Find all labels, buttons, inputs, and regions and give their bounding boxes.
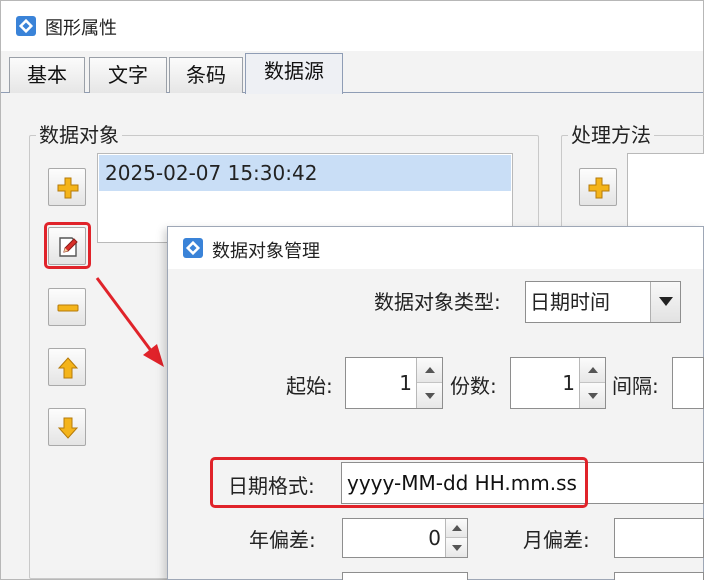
tab-barcode[interactable]: 条码 — [169, 57, 243, 93]
list-item[interactable]: 2025-02-07 15:30:42 — [99, 155, 511, 191]
app-diamond-icon — [15, 15, 37, 37]
interval-input-field[interactable] — [672, 357, 704, 409]
month-offset-field[interactable] — [614, 518, 704, 558]
main-titlebar[interactable]: 图形属性 — [1, 1, 703, 51]
add-processing-button[interactable] — [579, 168, 617, 206]
copies-label: 份数: — [450, 374, 497, 398]
copies-spin-up-button[interactable] — [580, 358, 605, 383]
type-select[interactable]: 日期时间 — [525, 281, 681, 323]
year-offset-spin-up-button[interactable] — [446, 519, 467, 538]
tab-datasource[interactable]: 数据源 — [245, 53, 343, 94]
start-input[interactable] — [346, 358, 416, 408]
caret-down-icon — [424, 392, 435, 399]
year-offset-spinner[interactable] — [342, 518, 468, 558]
caret-up-icon — [451, 525, 462, 531]
arrow-up-icon — [57, 357, 79, 379]
minus-icon — [57, 304, 79, 312]
arrow-down-icon — [57, 417, 79, 439]
tab-basic[interactable]: 基本 — [9, 57, 85, 93]
tab-strip: 基本 文字 条码 数据源 — [1, 51, 703, 94]
dialog-title: 数据对象管理 — [212, 241, 320, 262]
data-objects-group-title: 数据对象 — [36, 123, 122, 147]
type-select-dropdown-button[interactable] — [650, 282, 680, 322]
month-offset-label: 月偏差: — [523, 528, 590, 552]
interval-label: 间隔: — [612, 374, 659, 398]
next-row-field[interactable] — [342, 572, 468, 580]
year-offset-input[interactable] — [343, 519, 445, 557]
type-label: 数据对象类型: — [374, 290, 501, 314]
copies-input[interactable] — [511, 358, 579, 408]
caret-up-icon — [587, 367, 598, 373]
window-title: 图形属性 — [45, 18, 117, 39]
caret-up-icon — [424, 367, 435, 373]
copies-spin-down-button[interactable] — [580, 383, 605, 408]
start-spinner[interactable] — [345, 357, 443, 409]
copies-spinner-buttons — [579, 358, 605, 408]
caret-down-icon — [587, 392, 598, 399]
start-label: 起始: — [286, 374, 333, 398]
move-up-button[interactable] — [48, 348, 86, 386]
plus-icon — [588, 177, 610, 199]
year-offset-spin-down-button[interactable] — [446, 538, 467, 557]
interval-input[interactable] — [673, 358, 703, 408]
start-spin-down-button[interactable] — [417, 383, 442, 408]
edit-button-highlight — [44, 222, 91, 269]
start-spin-up-button[interactable] — [417, 358, 442, 383]
type-select-value: 日期时间 — [530, 290, 610, 314]
year-offset-spinner-buttons — [445, 519, 467, 557]
add-object-button[interactable] — [48, 168, 86, 206]
processing-group-title: 处理方法 — [568, 123, 654, 147]
chevron-down-icon — [659, 297, 673, 306]
caret-down-icon — [451, 544, 462, 551]
processing-list[interactable] — [627, 153, 704, 233]
copies-spinner[interactable] — [510, 357, 606, 409]
start-spinner-buttons — [416, 358, 442, 408]
date-format-highlight — [210, 457, 588, 508]
app-diamond-icon — [182, 237, 204, 259]
tab-text[interactable]: 文字 — [89, 57, 167, 93]
plus-icon — [57, 177, 79, 199]
dialog-titlebar[interactable]: 数据对象管理 — [168, 227, 703, 269]
move-down-button[interactable] — [48, 408, 86, 446]
next-row-field-right[interactable] — [614, 572, 704, 580]
year-offset-label: 年偏差: — [249, 528, 316, 552]
month-offset-input[interactable] — [615, 519, 703, 557]
remove-object-button[interactable] — [48, 288, 86, 326]
